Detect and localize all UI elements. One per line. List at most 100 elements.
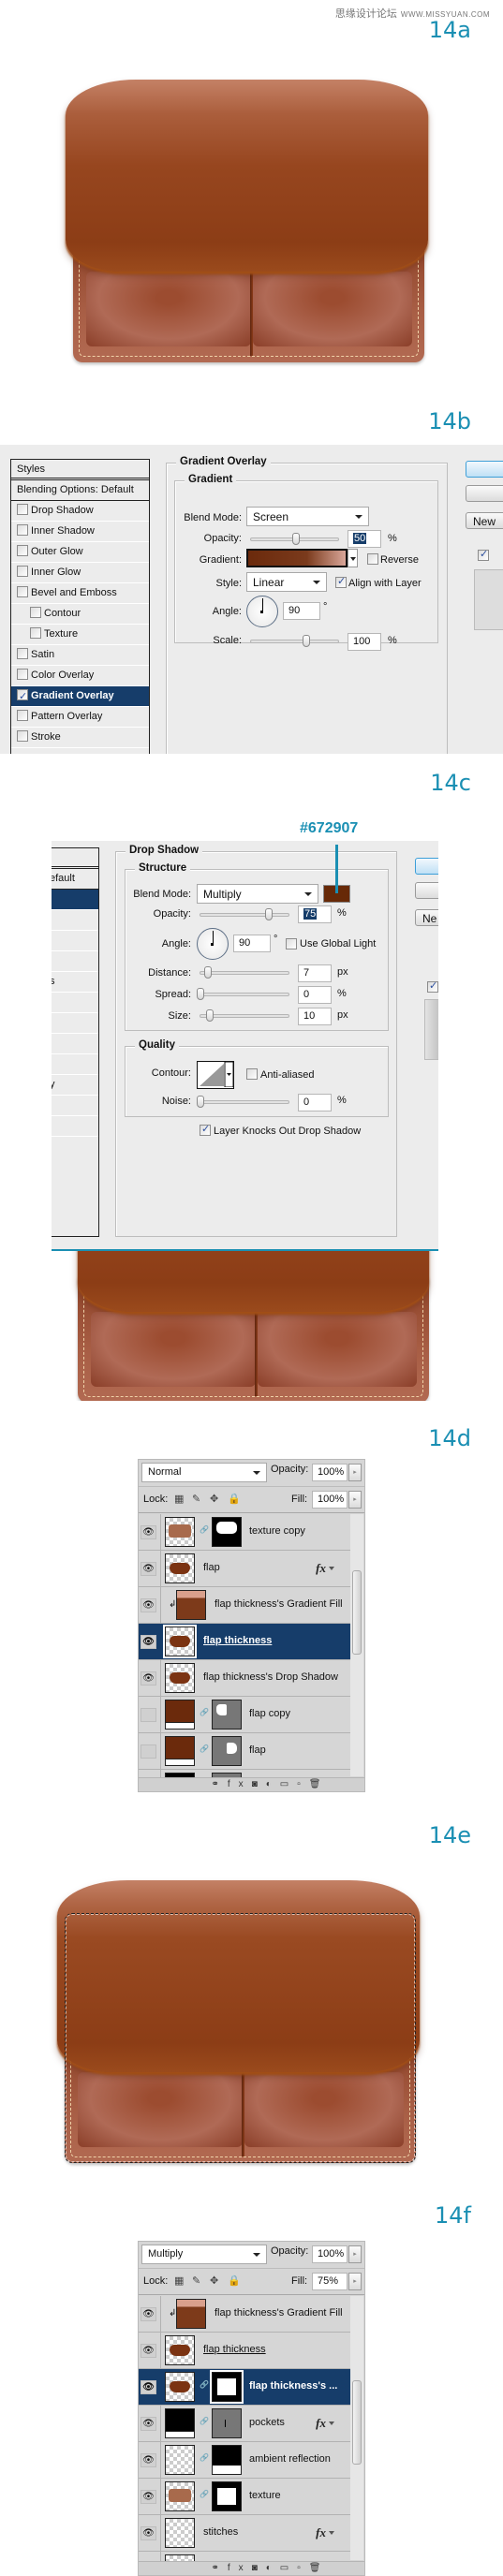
blending-options-item[interactable]: efault (52, 869, 98, 890)
expand-effects-icon[interactable] (329, 2421, 334, 2425)
visibility-eye-icon[interactable]: 👁 (141, 1598, 156, 1612)
fx-icon[interactable]: fx (228, 1779, 252, 1789)
visibility-eye-icon[interactable]: 👁 (141, 1562, 156, 1576)
style-item-checkbox[interactable] (17, 566, 28, 577)
layer-name[interactable]: pockets (249, 2417, 285, 2428)
style-item-satin[interactable]: Satin (11, 645, 149, 666)
layer-row[interactable]: 👁 flap fx (139, 1551, 350, 1587)
layer-name[interactable]: stitches (203, 2526, 238, 2538)
lock-all-icon[interactable]: 🔒 (228, 2274, 241, 2287)
style-item-checkbox[interactable] (17, 545, 28, 556)
visibility-eye-icon[interactable]: 👁 (141, 1635, 156, 1649)
blend-mode-select[interactable]: Multiply (197, 884, 318, 904)
visibility-eye-icon[interactable]: 👁 (141, 2490, 156, 2504)
mask-link-icon[interactable]: 🔗 (200, 2380, 209, 2389)
lock-transparent-icon[interactable]: ▦ (174, 1493, 184, 1505)
layer-name[interactable]: flap thickness's ... (249, 2380, 337, 2392)
opacity-slider[interactable] (200, 908, 289, 920)
expand-effects-icon[interactable] (329, 2531, 334, 2535)
adjustment-icon[interactable]: ◐ (266, 1779, 280, 1789)
opacity-arrow-button[interactable]: ▸ (348, 2245, 362, 2263)
style-select[interactable]: Linear (246, 572, 327, 592)
knockout-checkbox[interactable] (200, 1123, 211, 1136)
style-item-contour[interactable]: Contour (11, 604, 149, 625)
lock-transparent-icon[interactable]: ▦ (174, 2274, 184, 2287)
distance-input[interactable]: 7 (298, 964, 332, 982)
layer-name[interactable]: texture (249, 2490, 281, 2501)
adjustment-icon[interactable]: ◐ (266, 2563, 280, 2573)
layer-name[interactable]: flap copy (249, 1708, 290, 1719)
cancel-button[interactable] (466, 485, 503, 502)
align-with-layer-checkbox[interactable] (335, 575, 347, 588)
styles-header[interactable]: Styles (11, 460, 149, 480)
fill-arrow-button[interactable]: ▸ (348, 1491, 362, 1509)
layer-row[interactable]: 👁 🔗 ambient reflection (139, 2442, 350, 2479)
lock-position-icon[interactable]: ✥ (210, 2274, 218, 2287)
style-item-outer-glow[interactable]: Outer Glow (11, 542, 149, 563)
ok-button[interactable] (466, 461, 503, 478)
visibility-eye-icon[interactable]: 👁 (141, 2453, 156, 2467)
angle-dial[interactable] (246, 596, 278, 627)
scrollbar-thumb[interactable] (352, 2380, 362, 2465)
angle-input[interactable]: 90 (233, 935, 271, 952)
layer-row[interactable]: 👁 🔗 pockets fx (139, 2406, 350, 2442)
layer-row[interactable]: 👁 🔗 texture copy (139, 1514, 350, 1551)
new-layer-icon[interactable]: ▫ (297, 1779, 309, 1789)
layer-effects-icon[interactable]: fx (316, 2416, 326, 2431)
gradient-picker[interactable] (246, 549, 348, 567)
layer-row[interactable]: 👁 🔗 flap thickness's ... (139, 2369, 350, 2406)
preview-checkbox[interactable] (427, 979, 438, 993)
layer-row[interactable]: 👁 ↲ flap thickness's Gradient Fill (139, 2296, 350, 2333)
style-item-pattern-overlay[interactable]: Pattern Overlay (11, 707, 149, 728)
style-item-checkbox[interactable] (17, 504, 28, 515)
style-item-checkbox[interactable] (17, 730, 28, 742)
preview-checkbox[interactable] (478, 548, 489, 561)
opacity-arrow-button[interactable]: ▸ (348, 1464, 362, 1481)
bevel-item-fragment[interactable]: s (52, 972, 98, 993)
layer-effects-icon[interactable]: fx (316, 1561, 326, 1576)
style-item-checkbox[interactable] (17, 669, 28, 680)
layer-name[interactable]: texture copy (249, 1525, 305, 1537)
style-item-stroke[interactable]: Stroke (11, 728, 149, 748)
mask-icon[interactable]: ◙ (252, 2563, 266, 2573)
layer-name[interactable]: flap (249, 1744, 266, 1756)
scale-slider[interactable] (250, 635, 339, 647)
size-input[interactable]: 10 (298, 1008, 332, 1025)
layer-row[interactable]: 👁 stitches fx (139, 2515, 350, 2552)
layer-row[interactable]: 🔗 flap copy (139, 1697, 350, 1733)
visibility-eye-icon[interactable]: 👁 (141, 1671, 156, 1685)
opacity-input[interactable]: 50 (348, 530, 381, 548)
lock-position-icon[interactable]: ✥ (210, 1493, 218, 1505)
layer-name[interactable]: flap thickness (203, 1635, 272, 1646)
contour-picker[interactable] (197, 1061, 234, 1089)
opacity-slider-handle[interactable] (265, 908, 273, 920)
visibility-eye-icon[interactable]: 👁 (141, 1525, 156, 1539)
opacity-input[interactable]: 75 (298, 905, 332, 923)
ok-button[interactable] (415, 858, 438, 875)
visibility-eye-icon[interactable]: 👁 (141, 2307, 156, 2321)
style-item-gradient-overlay[interactable]: Gradient Overlay (11, 686, 149, 707)
new-layer-icon[interactable]: ▫ (297, 2563, 309, 2573)
visibility-eye-icon[interactable]: 👁 (141, 2380, 156, 2394)
angle-dial[interactable] (197, 928, 229, 960)
style-item-texture[interactable]: Texture (11, 625, 149, 645)
reverse-checkbox[interactable] (367, 553, 378, 565)
fill-input[interactable]: 100% (312, 1491, 348, 1509)
mask-link-icon[interactable]: 🔗 (200, 1525, 209, 1534)
style-item-checkbox[interactable] (17, 648, 28, 659)
blend-mode-select[interactable]: Multiply (141, 2245, 267, 2264)
layer-name[interactable]: flap thickness (203, 2344, 266, 2355)
visibility-eye-icon[interactable]: 👁 (141, 2417, 156, 2431)
mask-link-icon[interactable]: 🔗 (200, 1708, 209, 1716)
fx-icon[interactable]: fx (228, 2563, 252, 2573)
angle-input[interactable]: 90 (283, 602, 320, 620)
folder-icon[interactable]: ▭ (280, 2563, 297, 2573)
lock-paint-icon[interactable]: ✎ (192, 1493, 200, 1505)
style-item-checkbox[interactable] (30, 627, 41, 639)
visibility-eye-icon[interactable]: 👁 (141, 2344, 156, 2358)
noise-slider[interactable] (197, 1096, 289, 1108)
cancel-button[interactable] (415, 882, 438, 899)
anti-aliased-checkbox[interactable] (246, 1068, 258, 1080)
noise-input[interactable]: 0 (298, 1094, 332, 1111)
style-item-drop-shadow[interactable]: Drop Shadow (11, 501, 149, 522)
